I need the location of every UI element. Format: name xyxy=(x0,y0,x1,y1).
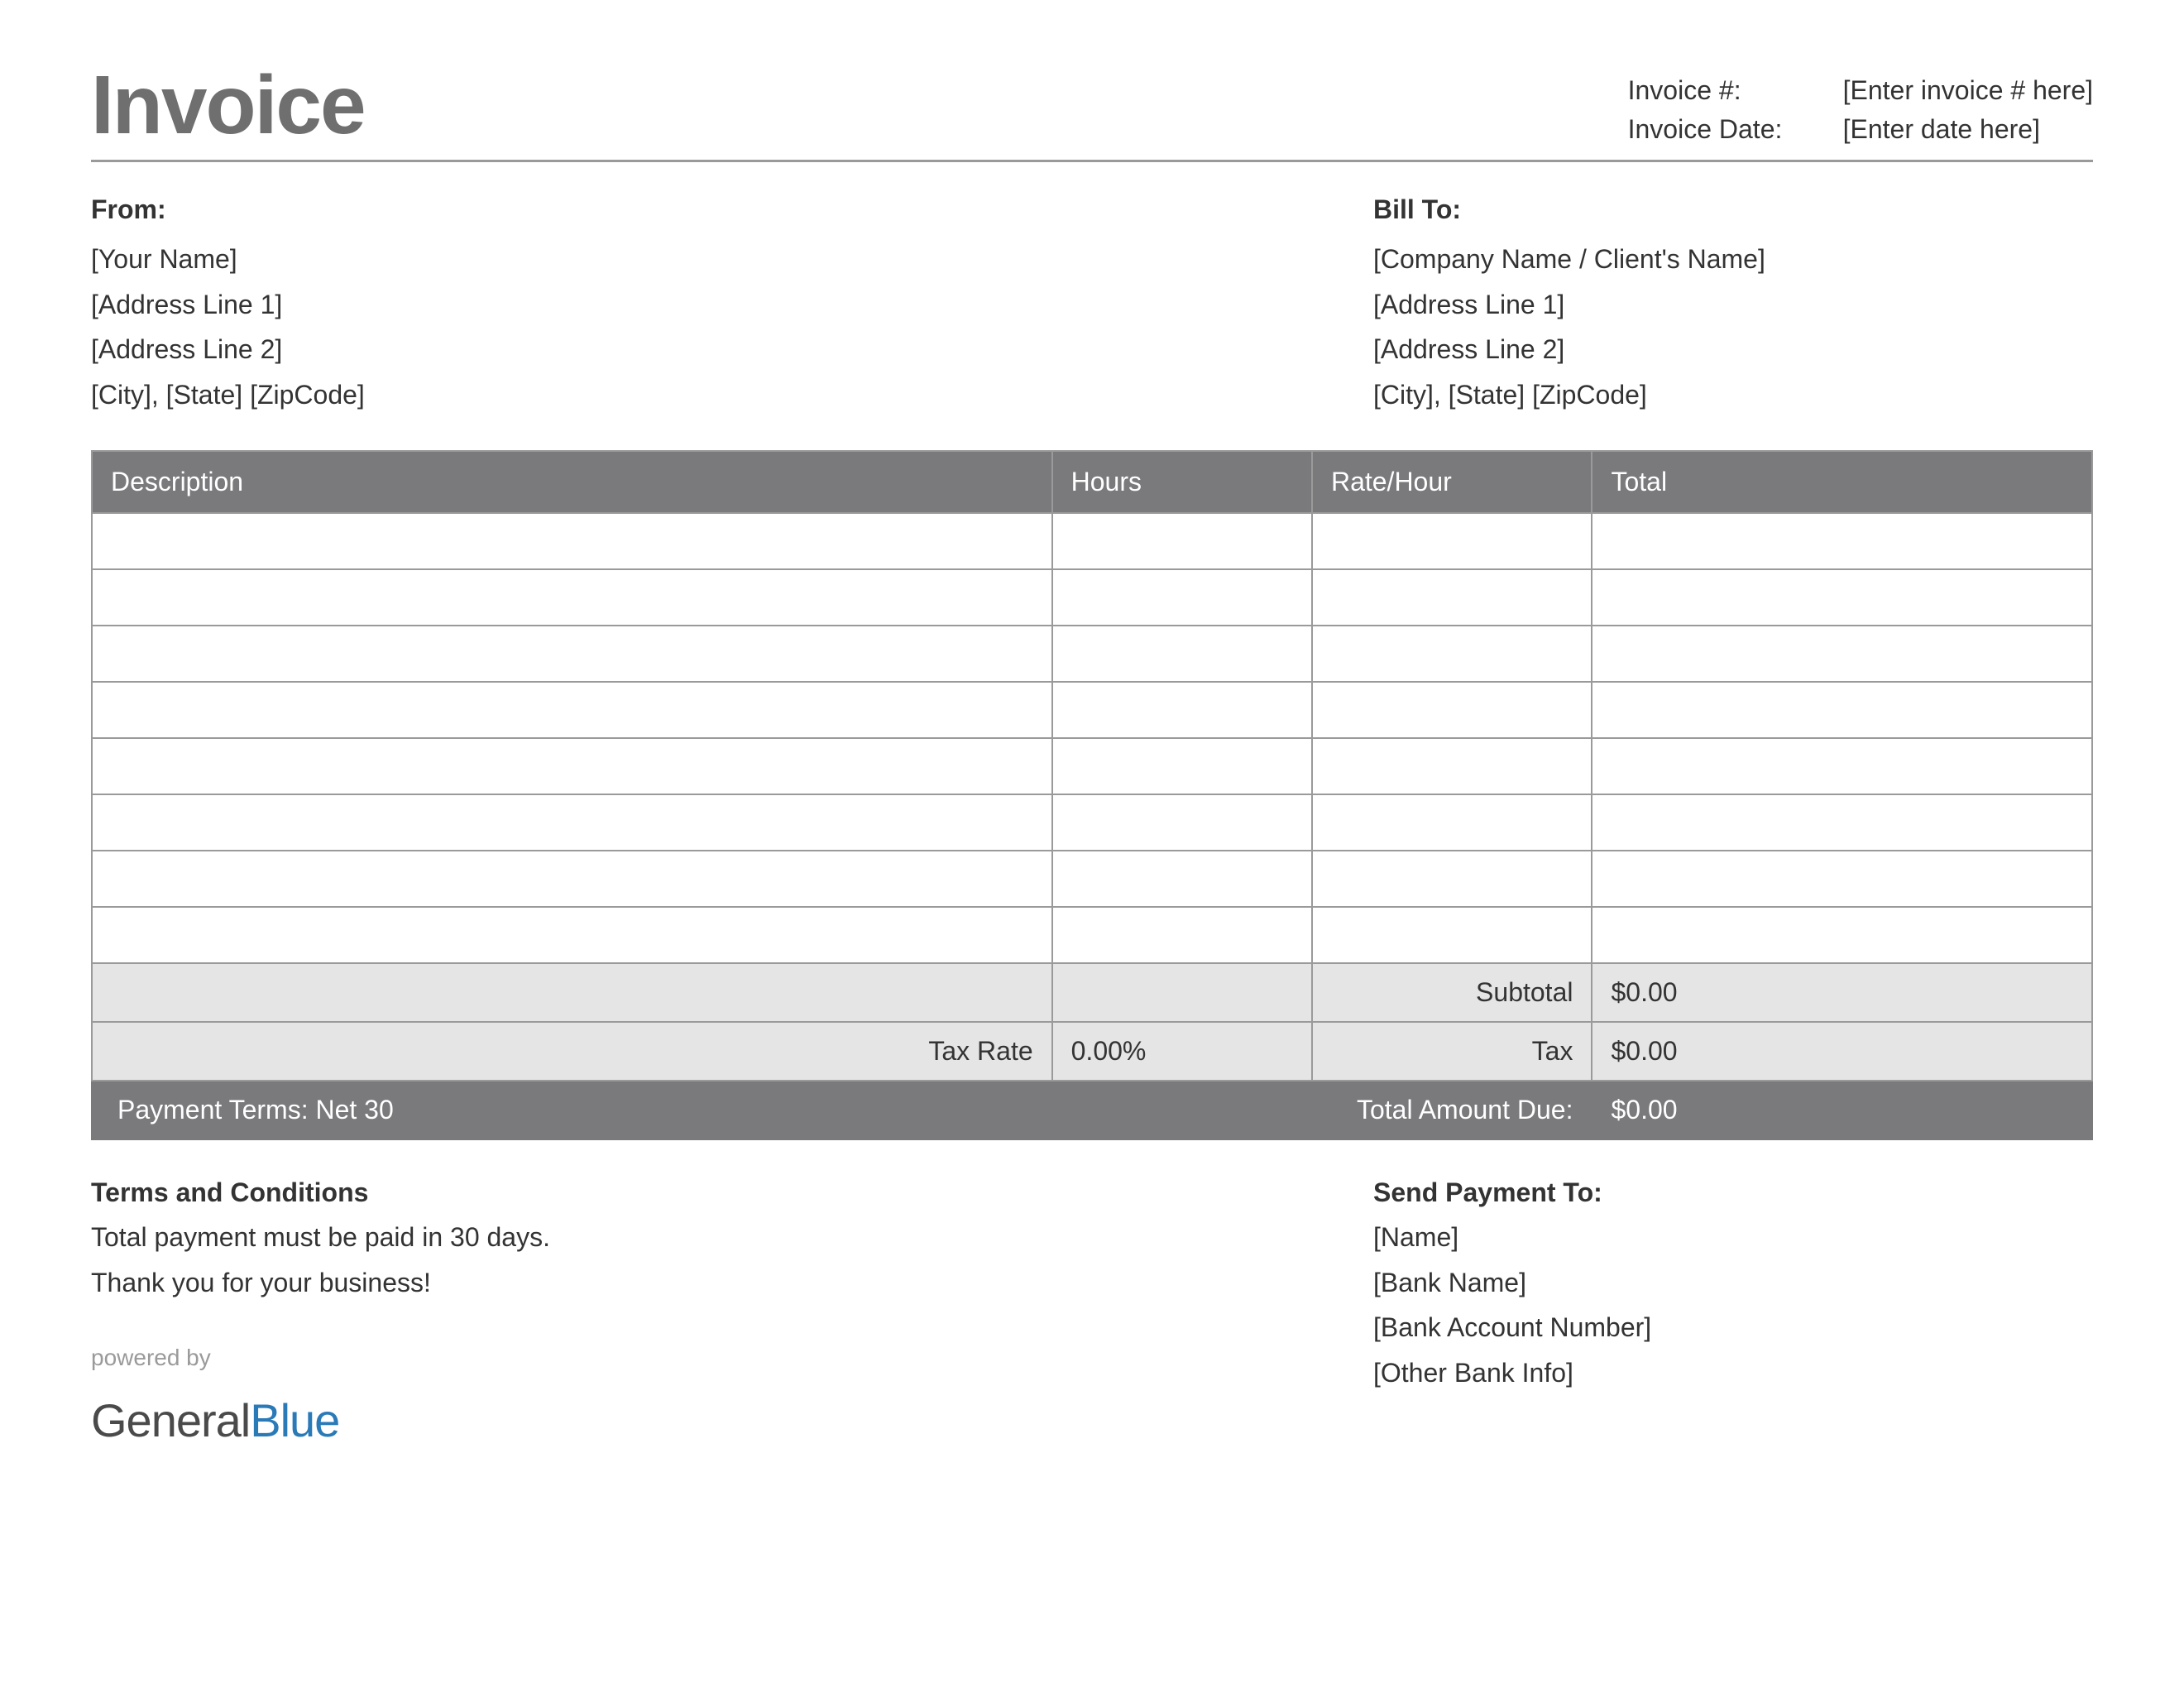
from-heading: From: xyxy=(91,187,365,232)
cell-rate[interactable] xyxy=(1312,569,1592,626)
cell-total[interactable] xyxy=(1592,682,2092,738)
cell-description[interactable] xyxy=(92,851,1052,907)
payment-block: Send Payment To: [Name] [Bank Name] [Ban… xyxy=(1373,1170,2093,1460)
terms-block: Terms and Conditions Total payment must … xyxy=(91,1170,550,1460)
cell-rate[interactable] xyxy=(1312,682,1592,738)
addresses: From: [Your Name] [Address Line 1] [Addr… xyxy=(91,187,2093,417)
cell-hours[interactable] xyxy=(1052,851,1312,907)
payment-heading: Send Payment To: xyxy=(1373,1170,2093,1215)
page-title: Invoice xyxy=(91,58,365,153)
tax-label: Tax xyxy=(1312,1022,1592,1081)
subtotal-spacer2 xyxy=(1052,963,1312,1022)
from-block: From: [Your Name] [Address Line 1] [Addr… xyxy=(91,187,365,417)
table-row xyxy=(92,794,2092,851)
terms-heading: Terms and Conditions xyxy=(91,1170,550,1215)
taxrate-value[interactable]: 0.00% xyxy=(1052,1022,1312,1081)
th-description: Description xyxy=(92,451,1052,513)
payment-other[interactable]: [Other Bank Info] xyxy=(1373,1350,2093,1395)
table-row xyxy=(92,513,2092,569)
cell-description[interactable] xyxy=(92,682,1052,738)
from-city-state-zip[interactable]: [City], [State] [ZipCode] xyxy=(91,372,365,417)
total-due-value: $0.00 xyxy=(1592,1081,2092,1139)
billto-block: Bill To: [Company Name / Client's Name] … xyxy=(1373,187,2093,417)
payment-account-number[interactable]: [Bank Account Number] xyxy=(1373,1305,2093,1350)
cell-rate[interactable] xyxy=(1312,851,1592,907)
invoice-number-label: Invoice #: xyxy=(1628,75,1843,106)
payment-name[interactable]: [Name] xyxy=(1373,1215,2093,1259)
payment-bank-name[interactable]: [Bank Name] xyxy=(1373,1260,2093,1305)
billto-heading: Bill To: xyxy=(1373,187,2093,232)
cell-total[interactable] xyxy=(1592,513,2092,569)
subtotal-label: Subtotal xyxy=(1312,963,1592,1022)
from-address1[interactable]: [Address Line 1] xyxy=(91,282,365,327)
cell-total[interactable] xyxy=(1592,794,2092,851)
logo-part1: General xyxy=(91,1394,250,1446)
cell-rate[interactable] xyxy=(1312,794,1592,851)
table-row xyxy=(92,626,2092,682)
cell-hours[interactable] xyxy=(1052,794,1312,851)
cell-description[interactable] xyxy=(92,738,1052,794)
table-row xyxy=(92,738,2092,794)
table-row xyxy=(92,569,2092,626)
billto-city-state-zip[interactable]: [City], [State] [ZipCode] xyxy=(1373,372,2093,417)
total-due-label: Total Amount Due: xyxy=(1312,1081,1592,1139)
invoice-meta: Invoice #: [Enter invoice # here] Invoic… xyxy=(1628,75,2093,153)
cell-rate[interactable] xyxy=(1312,513,1592,569)
billto-address2[interactable]: [Address Line 2] xyxy=(1373,327,2093,372)
from-name[interactable]: [Your Name] xyxy=(91,237,365,281)
cell-hours[interactable] xyxy=(1052,738,1312,794)
cell-description[interactable] xyxy=(92,626,1052,682)
cell-description[interactable] xyxy=(92,794,1052,851)
cell-description[interactable] xyxy=(92,907,1052,963)
invoice-number-value[interactable]: [Enter invoice # here] xyxy=(1843,75,2093,106)
cell-total[interactable] xyxy=(1592,569,2092,626)
subtotal-value: $0.00 xyxy=(1592,963,2092,1022)
terms-line1: Total payment must be paid in 30 days. xyxy=(91,1215,550,1259)
cell-total[interactable] xyxy=(1592,851,2092,907)
invoice-date-value[interactable]: [Enter date here] xyxy=(1843,114,2040,145)
header: Invoice Invoice #: [Enter invoice # here… xyxy=(91,58,2093,162)
th-rate: Rate/Hour xyxy=(1312,451,1592,513)
cell-rate[interactable] xyxy=(1312,738,1592,794)
powered-by: powered by xyxy=(91,1338,550,1378)
invoice-tbody xyxy=(92,513,2092,963)
cell-hours[interactable] xyxy=(1052,907,1312,963)
cell-rate[interactable] xyxy=(1312,907,1592,963)
footer: Terms and Conditions Total payment must … xyxy=(91,1170,2093,1460)
table-row xyxy=(92,851,2092,907)
terms-line2: Thank you for your business! xyxy=(91,1260,550,1305)
logo-part2: Blue xyxy=(250,1394,339,1446)
cell-hours[interactable] xyxy=(1052,513,1312,569)
cell-description[interactable] xyxy=(92,569,1052,626)
cell-hours[interactable] xyxy=(1052,626,1312,682)
cell-hours[interactable] xyxy=(1052,569,1312,626)
th-total: Total xyxy=(1592,451,2092,513)
tax-value: $0.00 xyxy=(1592,1022,2092,1081)
invoice-date-label: Invoice Date: xyxy=(1628,114,1843,145)
logo: GeneralBlue xyxy=(91,1381,550,1460)
taxrate-label: Tax Rate xyxy=(92,1022,1052,1081)
cell-hours[interactable] xyxy=(1052,682,1312,738)
cell-total[interactable] xyxy=(1592,626,2092,682)
from-address2[interactable]: [Address Line 2] xyxy=(91,327,365,372)
invoice-table: Description Hours Rate/Hour Total Subtot… xyxy=(91,450,2093,1140)
subtotal-spacer1 xyxy=(92,963,1052,1022)
cell-description[interactable] xyxy=(92,513,1052,569)
cell-total[interactable] xyxy=(1592,907,2092,963)
th-hours: Hours xyxy=(1052,451,1312,513)
cell-total[interactable] xyxy=(1592,738,2092,794)
billto-name[interactable]: [Company Name / Client's Name] xyxy=(1373,237,2093,281)
billto-address1[interactable]: [Address Line 1] xyxy=(1373,282,2093,327)
cell-rate[interactable] xyxy=(1312,626,1592,682)
table-row xyxy=(92,682,2092,738)
payment-terms: Payment Terms: Net 30 xyxy=(92,1081,1312,1139)
table-row xyxy=(92,907,2092,963)
